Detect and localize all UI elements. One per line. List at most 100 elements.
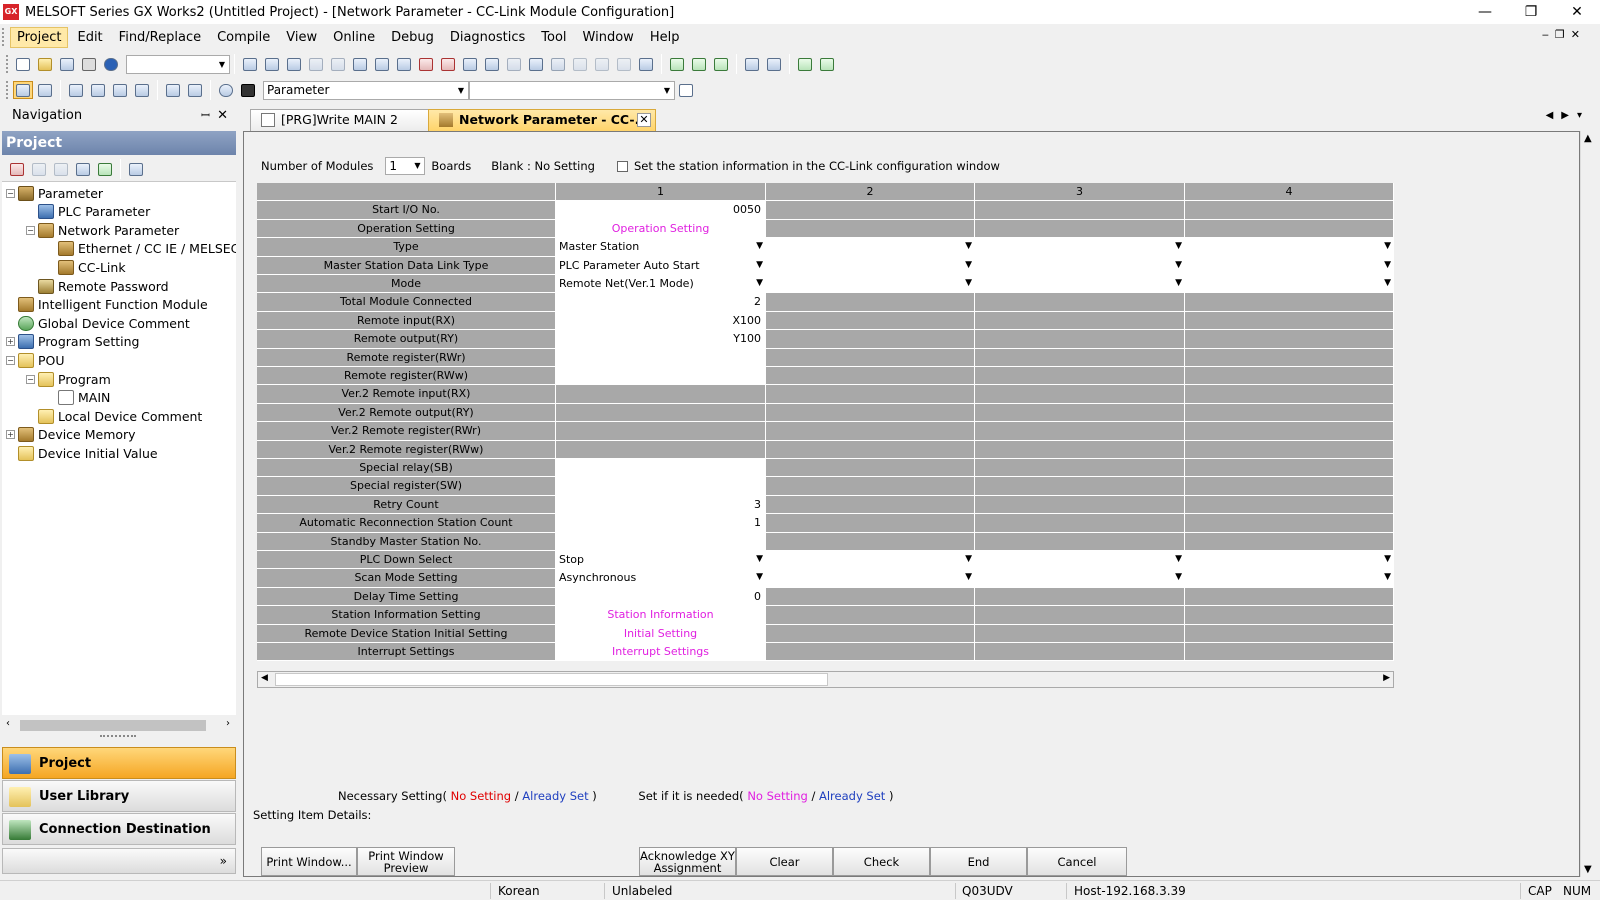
grid-link-cell[interactable]: Interrupt Settings bbox=[556, 643, 766, 662]
zoom-icon[interactable] bbox=[742, 55, 762, 73]
grid-select-cell[interactable]: ▼ bbox=[1185, 569, 1394, 588]
save-icon[interactable] bbox=[57, 55, 77, 73]
tree-expander-icon[interactable]: − bbox=[26, 225, 35, 235]
grid-select-cell[interactable]: ▼ bbox=[975, 238, 1185, 257]
menu-compile[interactable]: Compile bbox=[210, 27, 277, 48]
scroll-left-icon[interactable]: ◀ bbox=[261, 673, 268, 683]
jump-icon[interactable] bbox=[676, 81, 696, 99]
menu-grip[interactable] bbox=[2, 28, 8, 46]
ladder-coil-icon[interactable] bbox=[689, 55, 709, 73]
grid-cell[interactable]: 2 bbox=[556, 293, 766, 312]
grid-cell[interactable] bbox=[556, 459, 766, 478]
chevron-down-icon[interactable]: ▼ bbox=[965, 551, 972, 568]
device-search-icon[interactable] bbox=[350, 55, 370, 73]
pin-icon[interactable]: ꟷ bbox=[201, 108, 210, 123]
grid-select-cell[interactable]: PLC Parameter Auto Start ▼ bbox=[556, 256, 766, 275]
replace-icon[interactable] bbox=[394, 55, 414, 73]
tree-expander-icon[interactable]: − bbox=[6, 188, 15, 198]
tree-item[interactable]: PLC Parameter bbox=[26, 203, 150, 221]
new-data-icon[interactable] bbox=[7, 160, 27, 178]
nav-tab-project[interactable]: Project bbox=[2, 747, 236, 779]
grid-select-cell[interactable]: ▼ bbox=[766, 551, 975, 570]
tab-network-parameter[interactable]: Network Parameter - CC-... ✕ bbox=[428, 109, 656, 131]
grid-select-cell[interactable]: Master Station ▼ bbox=[556, 238, 766, 257]
station-info-checkbox[interactable] bbox=[616, 160, 628, 172]
tree-item[interactable]: − POU bbox=[6, 351, 65, 369]
print-window-preview-button[interactable]: Print Window Preview bbox=[357, 847, 455, 876]
nav-tab-connection[interactable]: Connection Destination bbox=[2, 813, 236, 845]
grid-select-cell[interactable]: ▼ bbox=[1185, 256, 1394, 275]
grid-select-cell[interactable]: ▼ bbox=[766, 238, 975, 257]
chevron-down-icon[interactable]: ▼ bbox=[965, 257, 972, 274]
check-button[interactable]: Check bbox=[833, 847, 930, 876]
menu-tool[interactable]: Tool bbox=[534, 27, 573, 48]
tree-item[interactable]: + Device Memory bbox=[6, 426, 136, 444]
splitter-grip[interactable] bbox=[100, 735, 136, 739]
transfer-icon[interactable] bbox=[764, 55, 784, 73]
dev-1-icon[interactable] bbox=[88, 81, 108, 99]
tree-item[interactable]: CC-Link bbox=[46, 258, 126, 276]
chevron-down-icon[interactable]: ▼ bbox=[756, 569, 763, 586]
write-to-plc-icon[interactable] bbox=[416, 55, 436, 73]
grid-cell[interactable]: X100 bbox=[556, 311, 766, 331]
options-icon[interactable] bbox=[185, 81, 205, 99]
data-property-icon[interactable] bbox=[73, 160, 93, 178]
toolbar-combo-2[interactable]: ▼ bbox=[469, 80, 675, 100]
paste-icon[interactable] bbox=[284, 55, 304, 73]
toolbar-combo-1[interactable]: ▼ bbox=[126, 54, 230, 74]
number-of-modules-select[interactable]: 1 ▼ bbox=[385, 157, 426, 175]
chevron-down-icon[interactable]: ▼ bbox=[756, 257, 763, 274]
wave-2-icon[interactable] bbox=[817, 55, 837, 73]
question-icon[interactable] bbox=[216, 81, 236, 99]
sort-icon[interactable] bbox=[126, 160, 146, 178]
chevron-down-icon[interactable]: ▼ bbox=[1175, 275, 1182, 292]
help-icon[interactable] bbox=[101, 55, 121, 73]
grid-cell[interactable]: Y100 bbox=[556, 330, 766, 349]
more-tabs[interactable]: » bbox=[2, 848, 236, 874]
grid-select-cell[interactable]: Asynchronous ▼ bbox=[556, 569, 766, 588]
chevron-down-icon[interactable]: ▼ bbox=[1384, 238, 1391, 255]
grid-link-cell[interactable]: Initial Setting bbox=[556, 624, 766, 643]
grid-select-cell[interactable]: ▼ bbox=[975, 275, 1185, 294]
monitor-icon[interactable] bbox=[482, 55, 502, 73]
print-icon[interactable] bbox=[79, 55, 99, 73]
close-tab-icon[interactable]: ✕ bbox=[637, 113, 651, 127]
tree-expander-icon[interactable]: − bbox=[6, 355, 15, 365]
tab-navigation[interactable]: ◀▶▾ bbox=[1546, 110, 1590, 121]
vertical-scrollbar[interactable]: ▲ ▼ bbox=[1580, 131, 1597, 877]
close-icon[interactable]: ✕ bbox=[217, 108, 228, 123]
scroll-up-icon[interactable]: ▲ bbox=[1584, 133, 1592, 144]
monitor-stop-icon[interactable] bbox=[504, 55, 524, 73]
grid-cell[interactable]: 0050 bbox=[556, 201, 766, 220]
chevron-down-icon[interactable]: ▼ bbox=[1175, 569, 1182, 586]
menu-diagnostics[interactable]: Diagnostics bbox=[443, 27, 532, 48]
tree-item[interactable]: Global Device Comment bbox=[6, 314, 190, 332]
menu-help[interactable]: Help bbox=[643, 27, 687, 48]
tree-item[interactable]: Remote Password bbox=[26, 277, 169, 295]
chevron-down-icon[interactable]: ▼ bbox=[1384, 257, 1391, 274]
display-icon[interactable] bbox=[636, 55, 656, 73]
menu-debug[interactable]: Debug bbox=[384, 27, 441, 48]
refresh-icon[interactable] bbox=[95, 160, 115, 178]
tree-expander-icon[interactable]: + bbox=[6, 430, 15, 440]
tree-item[interactable]: MAIN bbox=[46, 389, 110, 407]
find-icon[interactable] bbox=[372, 55, 392, 73]
tab-prg-main[interactable]: [PRG]Write MAIN 2 Step bbox=[250, 109, 430, 147]
grid-select-cell[interactable]: ▼ bbox=[1185, 551, 1394, 570]
grid-cell[interactable] bbox=[556, 477, 766, 496]
menu-online[interactable]: Online bbox=[326, 27, 382, 48]
tree-item[interactable]: − Parameter bbox=[6, 184, 103, 202]
undo-icon[interactable] bbox=[306, 55, 326, 73]
close-button[interactable]: ✕ bbox=[1554, 0, 1600, 24]
restore-button[interactable]: ❐ bbox=[1508, 0, 1554, 24]
grid-select-cell[interactable]: ▼ bbox=[975, 569, 1185, 588]
chevron-down-icon[interactable]: ▼ bbox=[1384, 275, 1391, 292]
ladder-line-icon[interactable] bbox=[711, 55, 731, 73]
tree-item[interactable]: Intelligent Function Module bbox=[6, 296, 208, 314]
chevron-down-icon[interactable]: ▼ bbox=[965, 238, 972, 255]
grid-cell[interactable] bbox=[556, 367, 766, 386]
redo-icon[interactable] bbox=[328, 55, 348, 73]
menu-view[interactable]: View bbox=[279, 27, 324, 48]
grid-select-cell[interactable]: ▼ bbox=[1185, 238, 1394, 257]
binoculars-icon[interactable] bbox=[238, 81, 258, 99]
